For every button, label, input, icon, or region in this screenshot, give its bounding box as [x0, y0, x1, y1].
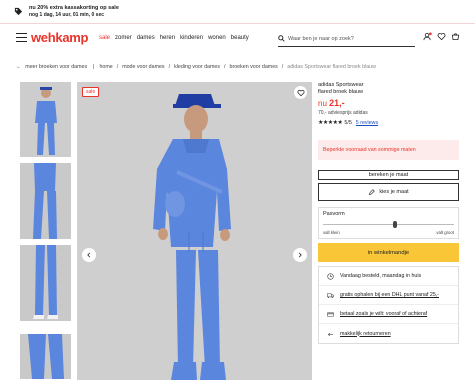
usp-payment[interactable]: betaal zoals je wilt: vooraf of achteraf	[319, 305, 458, 324]
product-thumbnail-image	[20, 334, 71, 379]
nav-sale[interactable]: sale	[99, 35, 110, 41]
nav-wonen[interactable]: wonen	[208, 35, 226, 41]
main-nav: sale zomer dames heren kinderen wonen be…	[99, 35, 249, 41]
search-input[interactable]: Waar ben je naar op zoek?	[278, 31, 415, 47]
product-brand[interactable]: adidas Sportswear	[318, 82, 459, 89]
product-rating: ★★★★★ 5/5 5 reviews	[318, 119, 459, 127]
fit-large-label: valt groot	[436, 230, 454, 235]
usp-delivery: Vandaag besteld, maandag in huis	[319, 267, 458, 286]
favorite-button[interactable]	[294, 86, 307, 99]
choose-size-button[interactable]: kies je maat	[318, 183, 459, 201]
limited-stock-notice: Beperkte voorraad van sommige maten	[318, 140, 459, 160]
main-product-image[interactable]: sale	[77, 82, 312, 380]
tag-icon	[14, 7, 23, 16]
breadcrumb-back[interactable]: meer broeken voor dames	[25, 64, 87, 70]
usp-text[interactable]: makkelijk retourneren	[340, 331, 391, 337]
pencil-icon	[369, 188, 376, 195]
clock-icon	[327, 272, 334, 280]
usp-text[interactable]: gratis ophalen bij een DHL punt vanaf 25…	[340, 292, 439, 298]
add-to-cart-button[interactable]: in winkelmandje	[318, 243, 459, 262]
usp-text[interactable]: betaal zoals je wilt: vooraf of achteraf	[340, 311, 427, 317]
menu-icon[interactable]	[16, 33, 27, 43]
nav-heren[interactable]: heren	[160, 35, 175, 41]
thumbnail-3[interactable]	[20, 245, 71, 321]
promo-bar[interactable]: nu 20% extra kassakorting op sale nog 1 …	[0, 0, 475, 24]
usp-text: Vandaag besteld, maandag in huis	[340, 273, 422, 279]
search-placeholder: Waar ben je naar op zoek?	[288, 35, 354, 42]
heart-icon	[297, 89, 304, 96]
return-icon	[327, 332, 333, 337]
fit-small-label: valt klein	[323, 230, 340, 235]
breadcrumb-current: adidas Sportswear flared broek blauw	[287, 64, 376, 70]
next-image-button[interactable]	[293, 248, 307, 262]
product-price: nu 21,-	[318, 98, 459, 108]
site-header: wehkamp sale zomer dames heren kinderen …	[0, 28, 475, 50]
size-calculator-button[interactable]: bereken je maat	[318, 170, 459, 180]
fit-title: Pasvorm	[323, 211, 345, 217]
heart-icon[interactable]	[437, 32, 446, 41]
usp-list: Vandaag besteld, maandag in huis gratis …	[318, 266, 459, 344]
nav-dames[interactable]: dames	[137, 35, 155, 41]
thumbnail-1[interactable]	[20, 82, 71, 157]
breadcrumb: ← meer broeken voor dames | home / mode v…	[16, 64, 376, 70]
product-thumbnail-image	[20, 163, 71, 239]
promo-title: nu 20% extra kassakorting op sale	[29, 4, 119, 11]
old-price: 70,- adviesprijs adidas	[318, 110, 368, 116]
header-icons	[423, 32, 460, 41]
breadcrumb-mode[interactable]: mode voor dames	[122, 64, 164, 70]
thumbnail-2[interactable]	[20, 163, 71, 239]
nav-beauty[interactable]: beauty	[231, 35, 249, 41]
nav-zomer[interactable]: zomer	[115, 35, 132, 41]
logo[interactable]: wehkamp	[31, 30, 88, 45]
price-value: 21,-	[329, 98, 345, 108]
breadcrumb-broeken[interactable]: broeken voor dames	[230, 64, 278, 70]
basket-icon[interactable]	[451, 32, 460, 41]
account-icon[interactable]	[423, 32, 432, 41]
price-prefix: nu	[318, 99, 327, 108]
usp-pickup[interactable]: gratis ophalen bij een DHL punt vanaf 25…	[319, 286, 458, 305]
rating-score: 5/5	[344, 119, 352, 126]
product-name: flared broek blauw	[318, 89, 363, 95]
breadcrumb-kleding[interactable]: kleding voor dames	[174, 64, 220, 70]
chevron-right-icon	[298, 252, 302, 258]
search-icon	[278, 35, 285, 42]
star-rating-icon: ★★★★★	[318, 120, 343, 126]
fit-marker	[393, 221, 398, 228]
product-thumbnail-image	[20, 245, 71, 321]
thumbnail-list	[20, 82, 72, 380]
product-info: adidas Sportswear flared broek blauw nu …	[318, 82, 459, 126]
back-arrow-icon[interactable]: ←	[16, 64, 21, 70]
fit-track	[323, 224, 454, 225]
model-illustration	[77, 82, 312, 380]
nav-kinderen[interactable]: kinderen	[180, 35, 203, 41]
choose-size-label: kies je maat	[379, 189, 409, 195]
chevron-left-icon	[87, 252, 91, 258]
product-thumbnail-image	[20, 82, 71, 157]
usp-returns[interactable]: makkelijk retourneren	[319, 324, 458, 343]
fit-indicator: Pasvorm valt klein valt groot	[318, 207, 459, 239]
breadcrumb-sep: |	[91, 64, 96, 70]
thumbnail-4[interactable]	[20, 334, 71, 379]
sale-badge: sale	[82, 87, 100, 97]
previous-image-button[interactable]	[82, 248, 96, 262]
card-icon	[327, 311, 334, 317]
truck-icon	[327, 292, 334, 298]
promo-countdown: nog 1 dag, 14 uur, 01 min, 0 sec	[29, 11, 105, 18]
breadcrumb-home[interactable]: home	[99, 64, 112, 70]
reviews-link[interactable]: 5 reviews	[356, 120, 378, 126]
